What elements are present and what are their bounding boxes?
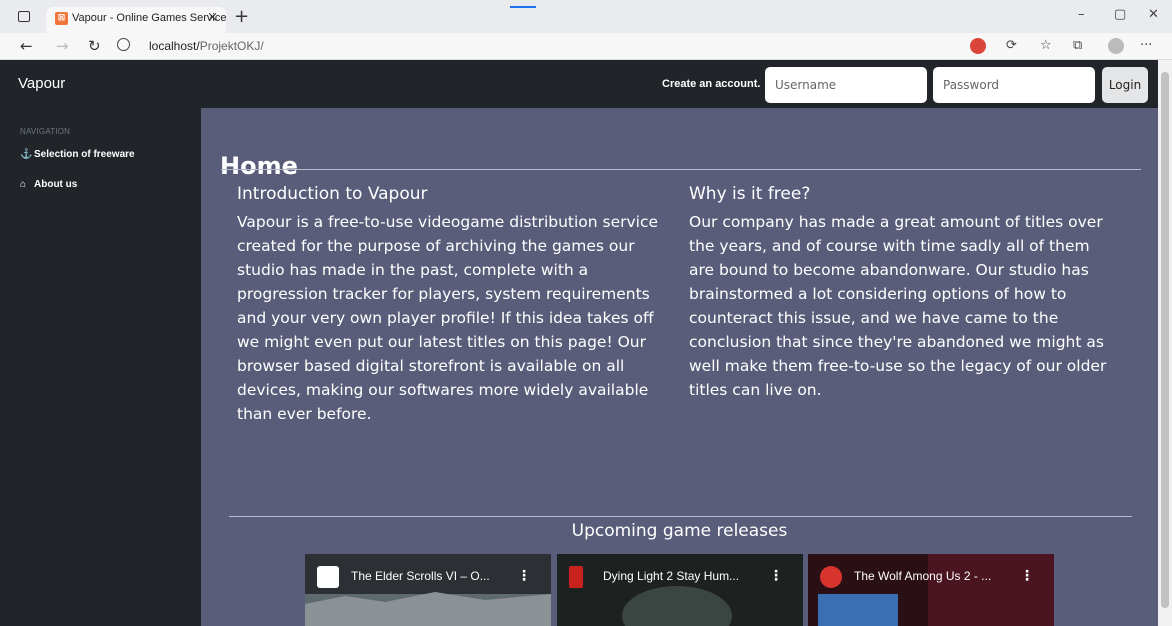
- browser-tab[interactable]: ⊠ Vapour - Online Games Service ×: [46, 7, 226, 33]
- intro-heading: Introduction to Vapour: [237, 184, 428, 204]
- intro-section: Introduction to Vapour Vapour is a free-…: [237, 184, 667, 426]
- new-tab-button[interactable]: +: [234, 6, 249, 27]
- top-navbar: Vapour Create an account. Login: [0, 60, 1158, 108]
- main-content: Home Introduction to Vapour Vapour is a …: [201, 108, 1158, 626]
- brand-logo[interactable]: Vapour: [18, 75, 65, 92]
- video-thumbnail: [305, 554, 551, 626]
- sidebar-item-about[interactable]: ⌂ About us: [20, 179, 77, 190]
- sidebar-item-freeware[interactable]: ⚓ Selection of freeware: [20, 149, 135, 160]
- upcoming-heading: Upcoming game releases: [571, 521, 788, 541]
- globe-icon: [117, 38, 130, 51]
- section-divider: [229, 516, 1132, 517]
- address-bar: ← → ↻ localhost/ProjektOKJ/ ⟳ ☆ ⧉ ···: [0, 33, 1172, 60]
- create-account-link[interactable]: Create an account.: [662, 78, 760, 90]
- minimize-button[interactable]: –: [1078, 7, 1085, 22]
- collections-icon[interactable]: ⧉: [1073, 38, 1082, 53]
- video-embed-elder-scrolls[interactable]: The Elder Scrolls VI – O... ⋮: [305, 554, 551, 626]
- video-title: The Wolf Among Us 2 - ...: [854, 569, 992, 583]
- reading-mode-icon[interactable]: ⟳: [1006, 38, 1017, 53]
- video-title: The Elder Scrolls VI – O...: [351, 569, 490, 583]
- video-menu-icon[interactable]: ⋮: [769, 568, 783, 584]
- reload-button[interactable]: ↻: [88, 37, 101, 55]
- mouse-icon: ⌂: [20, 179, 27, 190]
- why-free-heading: Why is it free?: [689, 184, 811, 204]
- intro-text: Vapour is a free-to-use videogame distri…: [237, 213, 659, 423]
- why-free-section: Why is it free? Our company has made a g…: [689, 184, 1119, 402]
- anchor-icon: ⚓: [20, 149, 33, 160]
- password-input[interactable]: [933, 67, 1095, 103]
- tab-close-icon[interactable]: ×: [207, 10, 218, 25]
- title-divider: [221, 169, 1141, 170]
- sidebar-heading: NAVIGATION: [20, 127, 71, 136]
- video-thumbnail: [808, 554, 1054, 626]
- favorites-icon[interactable]: ☆: [1040, 38, 1052, 53]
- forward-button[interactable]: →: [56, 37, 69, 55]
- browser-tab-bar: ⊠ Vapour - Online Games Service × + – ▢ …: [0, 0, 1172, 33]
- page-scrollbar[interactable]: [1158, 60, 1172, 626]
- video-menu-icon[interactable]: ⋮: [1020, 568, 1034, 584]
- xampp-favicon-icon: ⊠: [55, 12, 68, 25]
- settings-menu-button[interactable]: ···: [1140, 38, 1152, 53]
- page-title: Home: [220, 152, 298, 180]
- video-embed-wolf-among-us[interactable]: The Wolf Among Us 2 - ... ⋮: [808, 554, 1054, 626]
- video-embed-dying-light[interactable]: Dying Light 2 Stay Hum... ⋮: [557, 554, 803, 626]
- why-free-text: Our company has made a great amount of t…: [689, 213, 1107, 399]
- maximize-button[interactable]: ▢: [1114, 7, 1126, 22]
- profile-avatar[interactable]: [1108, 38, 1124, 54]
- tab-actions-icon[interactable]: [18, 11, 30, 22]
- video-thumbnail: [557, 554, 803, 626]
- sidebar-item-label: Selection of freeware: [34, 149, 135, 160]
- username-input[interactable]: [765, 67, 927, 103]
- channel-logo-icon: [569, 566, 583, 588]
- channel-logo-icon: [317, 566, 339, 588]
- url-field[interactable]: localhost/ProjektOKJ/: [113, 35, 963, 57]
- video-menu-icon[interactable]: ⋮: [517, 568, 531, 584]
- close-window-button[interactable]: ✕: [1148, 7, 1159, 22]
- tab-title: Vapour - Online Games Service: [72, 12, 227, 24]
- login-button[interactable]: Login: [1102, 67, 1148, 103]
- scrollbar-thumb[interactable]: [1161, 72, 1169, 608]
- back-button[interactable]: ←: [20, 37, 33, 55]
- video-title: Dying Light 2 Stay Hum...: [603, 569, 740, 583]
- tab-accent: [510, 6, 536, 8]
- extension-icon[interactable]: [970, 38, 986, 54]
- url-text: localhost/ProjektOKJ/: [149, 39, 264, 53]
- sidebar-item-label: About us: [34, 179, 78, 190]
- sidebar: NAVIGATION ⚓ Selection of freeware ⌂ About…: [0, 108, 201, 626]
- channel-logo-icon: [820, 566, 842, 588]
